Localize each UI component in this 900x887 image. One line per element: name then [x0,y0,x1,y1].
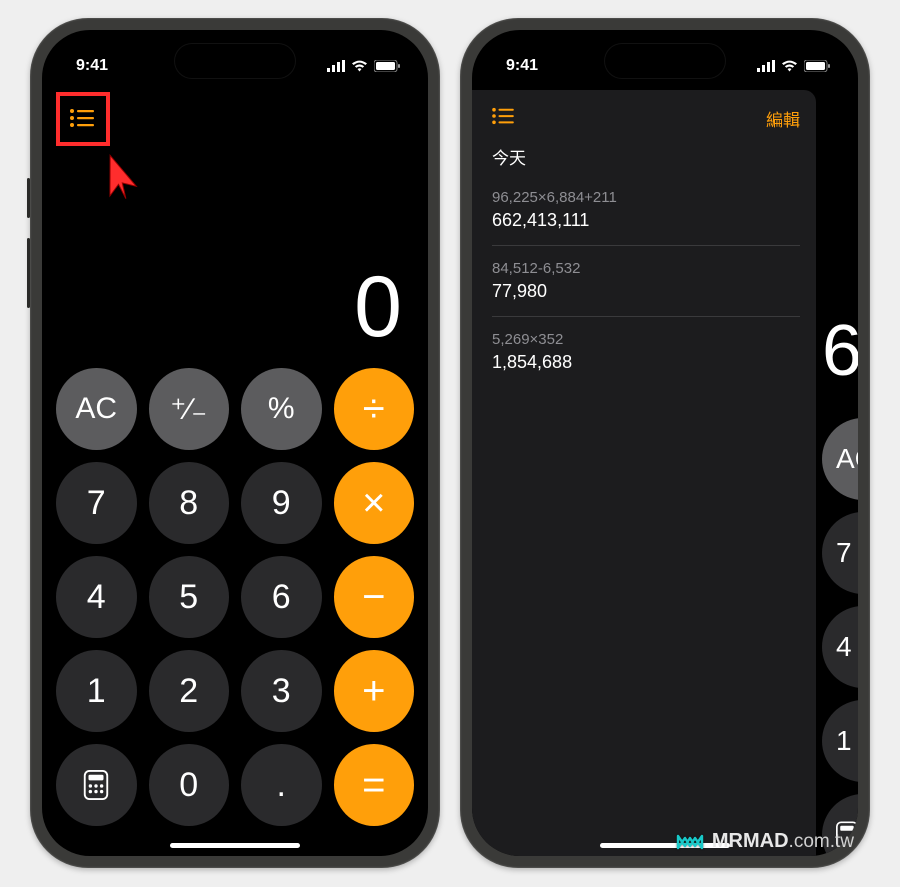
cellular-icon [757,60,775,72]
key-minus[interactable]: − [334,556,415,638]
key-plus[interactable]: + [334,650,415,732]
history-expression: 96,225×6,884+211 [492,189,800,206]
keypad: AC ⁺∕₋ % ÷ 7 8 9 × 4 5 6 − 1 2 3 + [42,368,428,856]
list-bullet-icon [492,107,514,125]
status-time: 9:41 [506,57,538,75]
key-percent[interactable]: % [241,368,322,450]
key-1[interactable]: 1 [56,650,137,732]
key-0[interactable]: 0 [149,744,230,826]
screen-calculator: 9:41 0 [42,30,428,856]
key-ac[interactable]: AC [56,368,137,450]
wifi-icon [351,60,368,72]
history-result: 1,854,688 [492,352,800,373]
key-decimal[interactable]: . [241,744,322,826]
background-key-7: 7 [822,512,858,594]
history-expression: 84,512-6,532 [492,260,800,277]
background-key-calc [822,794,858,856]
background-key-ac: AC [822,418,858,500]
key-9[interactable]: 9 [241,462,322,544]
dynamic-island [605,44,725,78]
key-4[interactable]: 4 [56,556,137,638]
history-panel: 編輯 今天 96,225×6,884+211 662,413,111 84,51… [472,90,816,856]
key-7[interactable]: 7 [56,462,137,544]
key-3[interactable]: 3 [241,650,322,732]
key-divide[interactable]: ÷ [334,368,415,450]
battery-icon [374,60,400,72]
history-section-today: 今天 [492,144,800,169]
edit-button[interactable]: 編輯 [766,106,800,131]
key-5[interactable]: 5 [149,556,230,638]
phone-frame-left: 9:41 0 [30,18,440,868]
screen-history: 9:41 6 AC 7 4 1 [472,30,858,856]
history-entry[interactable]: 5,269×352 1,854,688 [492,317,800,387]
key-multiply[interactable]: × [334,462,415,544]
history-result: 662,413,111 [492,210,800,231]
list-bullet-icon [70,108,94,128]
key-6[interactable]: 6 [241,556,322,638]
calculator-icon [836,821,858,849]
background-key-4: 4 [822,606,858,688]
status-icons [327,60,400,72]
key-equals[interactable]: = [334,744,415,826]
history-button[interactable] [64,100,100,136]
dynamic-island [175,44,295,78]
background-calculator-sliver: 6 AC 7 4 1 [816,30,858,856]
background-display: 6 [822,310,858,392]
history-close-button[interactable] [492,107,514,130]
status-icons [757,60,830,72]
key-2[interactable]: 2 [149,650,230,732]
background-key-1: 1 [822,700,858,782]
history-result: 77,980 [492,281,800,302]
key-plusminus[interactable]: ⁺∕₋ [149,368,230,450]
battery-icon [804,60,830,72]
history-expression: 5,269×352 [492,331,800,348]
home-indicator[interactable] [170,843,300,848]
home-indicator[interactable] [600,843,730,848]
status-time: 9:41 [76,57,108,75]
history-entry[interactable]: 96,225×6,884+211 662,413,111 [492,175,800,246]
history-entry[interactable]: 84,512-6,532 77,980 [492,246,800,317]
phone-frame-right: 9:41 6 AC 7 4 1 [460,18,870,868]
wifi-icon [781,60,798,72]
key-8[interactable]: 8 [149,462,230,544]
cellular-icon [327,60,345,72]
key-calculator-mode[interactable] [56,744,137,826]
calculator-icon [81,770,111,800]
